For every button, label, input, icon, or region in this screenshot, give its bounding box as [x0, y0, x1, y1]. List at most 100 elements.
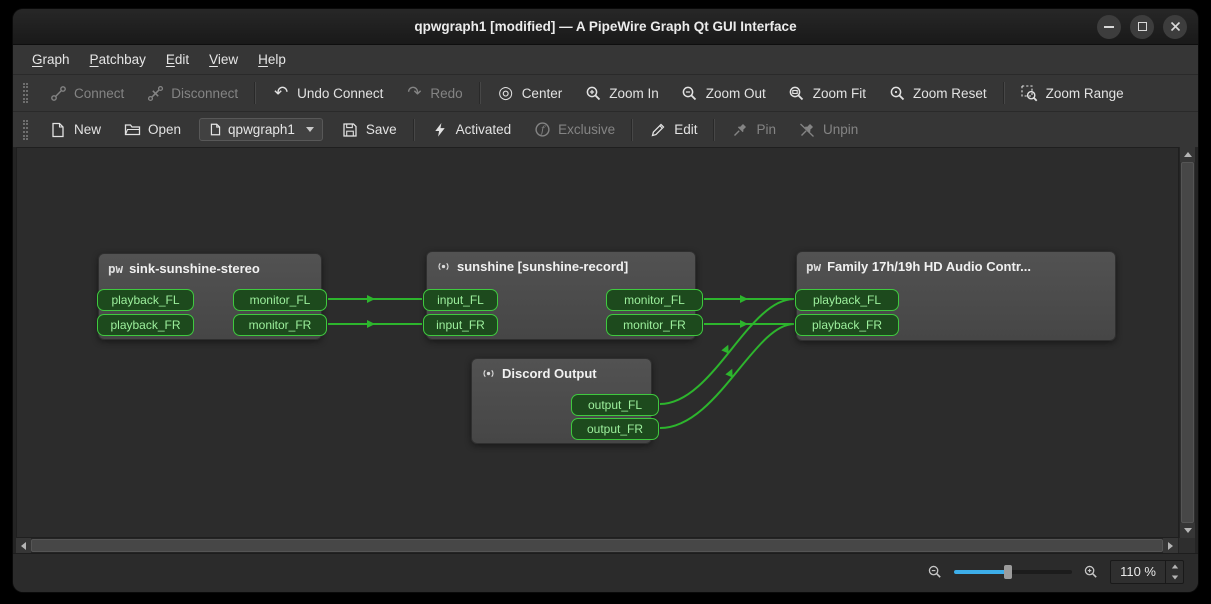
port-family-playback-fl[interactable]: playback_FL — [795, 289, 899, 311]
redo-icon: ↷ — [405, 84, 423, 102]
zoom-fit-label: Zoom Fit — [813, 86, 866, 101]
zoom-reset-button[interactable]: Zoom Reset — [878, 79, 997, 107]
graph-canvas[interactable]: pw sink-sunshine-stereo playback_FL play… — [16, 147, 1179, 538]
pin-button[interactable]: Pin — [721, 116, 786, 144]
save-button[interactable]: Save — [331, 116, 407, 144]
pin-label: Pin — [756, 122, 776, 137]
zoom-reset-label: Zoom Reset — [913, 86, 987, 101]
zoom-out-button[interactable]: Zoom Out — [671, 79, 776, 107]
close-button[interactable] — [1163, 15, 1187, 39]
node-family-hd-audio[interactable]: pw Family 17h/19h HD Audio Contr... play… — [796, 251, 1116, 341]
port-sunshine-input-fr[interactable]: input_FR — [423, 314, 498, 336]
menu-view[interactable]: View — [200, 48, 247, 71]
patchbay-selector-value: qpwgraph1 — [228, 122, 295, 137]
undo-label: Undo Connect — [297, 86, 383, 101]
zoom-range-icon — [1021, 84, 1039, 102]
connection-arrow — [740, 320, 748, 328]
arrow-up-icon — [1184, 152, 1192, 157]
zoom-slider[interactable] — [954, 564, 1072, 580]
audio-device-icon — [436, 259, 451, 274]
zoom-in-button[interactable]: Zoom In — [574, 79, 669, 107]
maximize-button[interactable] — [1130, 15, 1154, 39]
disconnect-button[interactable]: Disconnect — [136, 79, 248, 107]
new-button[interactable]: New — [39, 116, 111, 144]
toolbar-drag-handle[interactable] — [23, 120, 28, 140]
node-header: Discord Output — [472, 359, 651, 381]
zoom-spinbox[interactable]: 110 % — [1110, 560, 1184, 584]
maximize-icon — [1138, 22, 1147, 31]
scroll-left-button[interactable] — [16, 538, 31, 553]
toolbar-separator — [1003, 82, 1005, 104]
port-family-playback-fr[interactable]: playback_FR — [795, 314, 899, 336]
menubar: Graph Patchbay Edit View Help — [13, 45, 1198, 74]
activated-bolt-icon — [431, 121, 449, 139]
port-sink-monitor-fl[interactable]: monitor_FL — [233, 289, 327, 311]
titlebar[interactable]: qpwgraph1 [modified] — A PipeWire Graph … — [13, 9, 1198, 45]
exclusive-button[interactable]: f Exclusive — [523, 116, 625, 144]
activated-label: Activated — [456, 122, 512, 137]
node-discord-output[interactable]: Discord Output output_FL output_FR — [471, 358, 652, 444]
zoom-increase-button[interactable] — [1166, 561, 1183, 572]
scroll-down-button[interactable] — [1180, 523, 1195, 538]
node-sink-sunshine-stereo[interactable]: pw sink-sunshine-stereo playback_FL play… — [98, 253, 322, 340]
save-icon — [341, 121, 359, 139]
connect-button[interactable]: Connect — [39, 79, 134, 107]
toolbar-drag-handle[interactable] — [23, 83, 28, 103]
horizontal-scrollbar[interactable] — [13, 538, 1198, 553]
port-sunshine-monitor-fl[interactable]: monitor_FL — [606, 289, 703, 311]
zoom-out-label: Zoom Out — [706, 86, 766, 101]
toolbar-separator — [254, 82, 256, 104]
unpin-icon — [798, 121, 816, 139]
exclusive-label: Exclusive — [558, 122, 615, 137]
open-folder-icon — [123, 121, 141, 139]
statusbar: 110 % — [13, 553, 1198, 592]
node-sunshine[interactable]: sunshine [sunshine-record] input_FL inpu… — [426, 251, 696, 340]
zoom-value: 110 % — [1120, 564, 1156, 579]
patchbay-selector[interactable]: qpwgraph1 — [199, 118, 323, 141]
port-discord-output-fl[interactable]: output_FL — [571, 394, 659, 416]
new-label: New — [74, 122, 101, 137]
minimize-icon — [1104, 26, 1114, 28]
port-discord-output-fr[interactable]: output_FR — [571, 418, 659, 440]
node-title-text: Family 17h/19h HD Audio Contr... — [827, 259, 1031, 274]
edit-button[interactable]: Edit — [639, 116, 707, 144]
zoom-slider-handle[interactable] — [1004, 565, 1012, 579]
activated-button[interactable]: Activated — [421, 116, 522, 144]
zoom-fit-button[interactable]: Zoom Fit — [778, 79, 876, 107]
menu-graph[interactable]: Graph — [23, 48, 79, 71]
arrow-down-icon — [1184, 528, 1192, 533]
save-label: Save — [366, 122, 397, 137]
zoom-fit-icon — [788, 84, 806, 102]
scroll-right-button[interactable] — [1163, 538, 1178, 553]
window-title: qpwgraph1 [modified] — A PipeWire Graph … — [13, 19, 1198, 34]
undo-connect-button[interactable]: ↶ Undo Connect — [262, 79, 393, 107]
minimize-button[interactable] — [1097, 15, 1121, 39]
menu-help[interactable]: Help — [249, 48, 295, 71]
port-sink-playback-fl[interactable]: playback_FL — [97, 289, 194, 311]
zoom-decrease-button[interactable] — [1166, 572, 1183, 583]
zoom-out-small-icon[interactable] — [927, 564, 943, 580]
vertical-scrollbar[interactable] — [1180, 147, 1195, 538]
horizontal-scrollbar-handle[interactable] — [31, 539, 1163, 552]
unpin-label: Unpin — [823, 122, 858, 137]
menu-patchbay[interactable]: Patchbay — [81, 48, 155, 71]
node-header: pw Family 17h/19h HD Audio Contr... — [797, 252, 1115, 274]
vertical-scrollbar-handle[interactable] — [1181, 162, 1194, 523]
unpin-button[interactable]: Unpin — [788, 116, 868, 144]
port-sink-monitor-fr[interactable]: monitor_FR — [233, 314, 327, 336]
open-label: Open — [148, 122, 181, 137]
port-sunshine-monitor-fr[interactable]: monitor_FR — [606, 314, 703, 336]
zoom-range-button[interactable]: Zoom Range — [1011, 79, 1134, 107]
pipewire-icon: pw — [806, 259, 821, 274]
zoom-in-small-icon[interactable] — [1083, 564, 1099, 580]
zoom-reset-icon — [888, 84, 906, 102]
port-sink-playback-fr[interactable]: playback_FR — [97, 314, 194, 336]
open-button[interactable]: Open — [113, 116, 191, 144]
menu-edit[interactable]: Edit — [157, 48, 198, 71]
redo-button[interactable]: ↷ Redo — [395, 79, 472, 107]
undo-icon: ↶ — [272, 84, 290, 102]
port-sunshine-input-fl[interactable]: input_FL — [423, 289, 498, 311]
center-button[interactable]: ◎ Center — [487, 79, 573, 107]
scroll-up-button[interactable] — [1180, 147, 1195, 162]
arrow-right-icon — [1168, 542, 1173, 550]
